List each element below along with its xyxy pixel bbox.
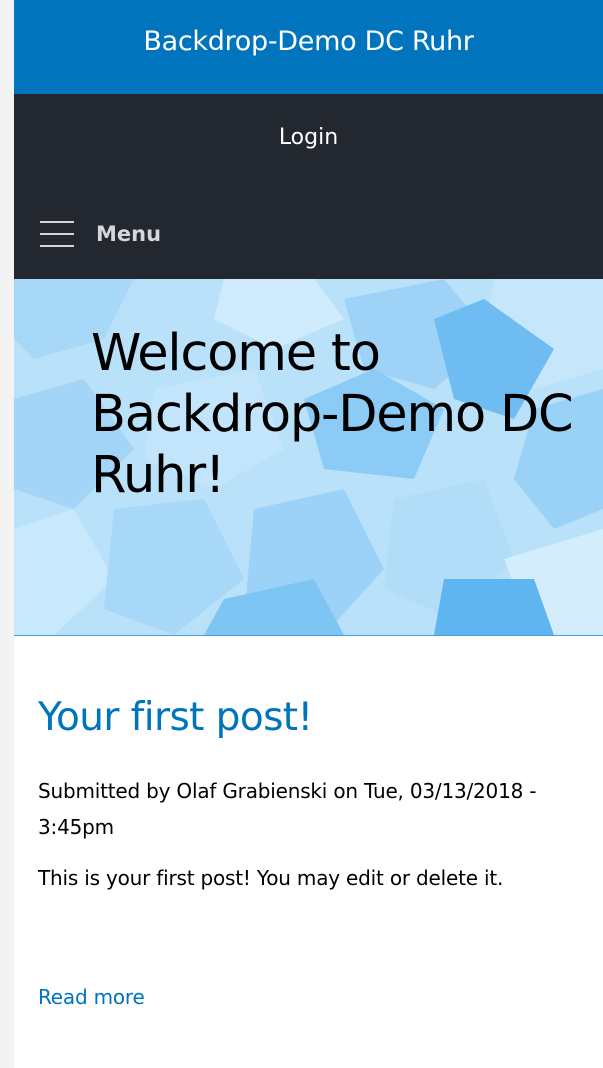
hero-title: Welcome to Backdrop-Demo DC Ruhr! (91, 324, 574, 505)
hamburger-icon (40, 221, 74, 247)
site-header: Backdrop-Demo DC Ruhr (14, 0, 603, 94)
main-navigation: Menu (14, 186, 603, 279)
page: Backdrop-Demo DC Ruhr Login Menu Welcome… (0, 0, 603, 1068)
menu-label: Menu (96, 222, 162, 246)
login-link[interactable]: Login (279, 125, 338, 150)
menu-toggle-button[interactable]: Menu (40, 219, 161, 249)
read-more-link[interactable]: Read more (38, 983, 145, 1011)
post-title-link[interactable]: Your first post! (38, 693, 313, 743)
hero-banner: Welcome to Backdrop-Demo DC Ruhr! (14, 279, 603, 636)
post-body: This is your first post! You may edit or… (38, 866, 504, 890)
account-bar: Login (14, 94, 603, 186)
post-meta: Submitted by Olaf Grabienski on Tue, 03/… (38, 779, 537, 839)
left-gutter (0, 0, 14, 1068)
site-name-link[interactable]: Backdrop-Demo DC Ruhr (143, 26, 474, 57)
